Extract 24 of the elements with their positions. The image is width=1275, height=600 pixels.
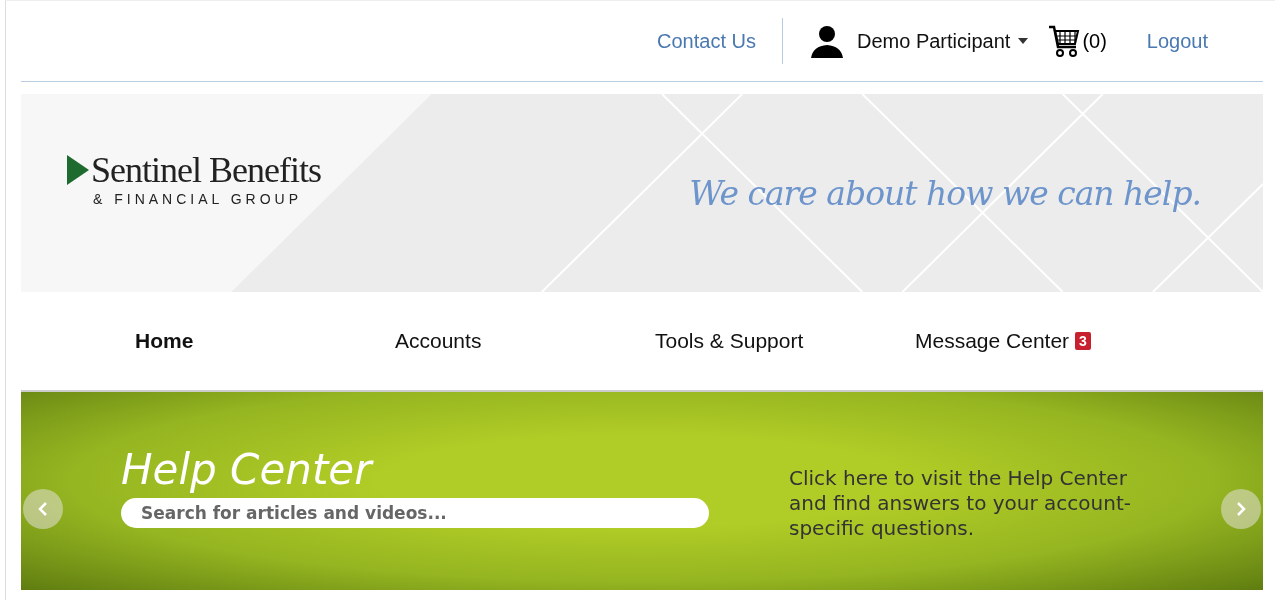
user-icon: [808, 24, 845, 58]
contact-link[interactable]: Contact Us: [657, 29, 756, 53]
brand-subtitle: & FINANCIAL GROUP: [93, 191, 304, 207]
promo-title: Help Center: [121, 444, 375, 494]
promo-text: Click here to visit the Help Center and find answers to your account-specific questions.: [789, 465, 1132, 541]
logo-triangle-icon: [67, 155, 89, 185]
slogan: We care about how we can help.: [689, 173, 1201, 213]
caret-icon: [1018, 38, 1029, 44]
user-menu[interactable]: Demo Participant: [856, 29, 1029, 53]
nav-tab[interactable]: Accounts: [395, 329, 655, 353]
nav-tab[interactable]: Home: [135, 329, 395, 353]
search-field[interactable]: Search for articles and videos...: [121, 497, 709, 528]
cart-count: (0): [1082, 29, 1107, 53]
brand-name: Sentinel Benefits: [91, 149, 321, 191]
promo-banner[interactable]: Help Center Search for articles and videos... Click here to visit the Help Center and find answers to your account-specific questions.: [21, 392, 1263, 590]
next-slide-button[interactable]: [1221, 489, 1261, 529]
logout-link[interactable]: Logout: [1146, 29, 1208, 53]
count-badge: 3: [1075, 332, 1091, 350]
chevron-left-icon: [37, 501, 49, 517]
nav-tab[interactable]: Tools & Support: [655, 329, 915, 353]
previous-slide-button[interactable]: [23, 489, 63, 529]
nav-tab[interactable]: Message Center 3: [915, 329, 1175, 353]
cart-icon[interactable]: [1048, 24, 1081, 58]
chevron-right-icon: [1235, 501, 1247, 517]
